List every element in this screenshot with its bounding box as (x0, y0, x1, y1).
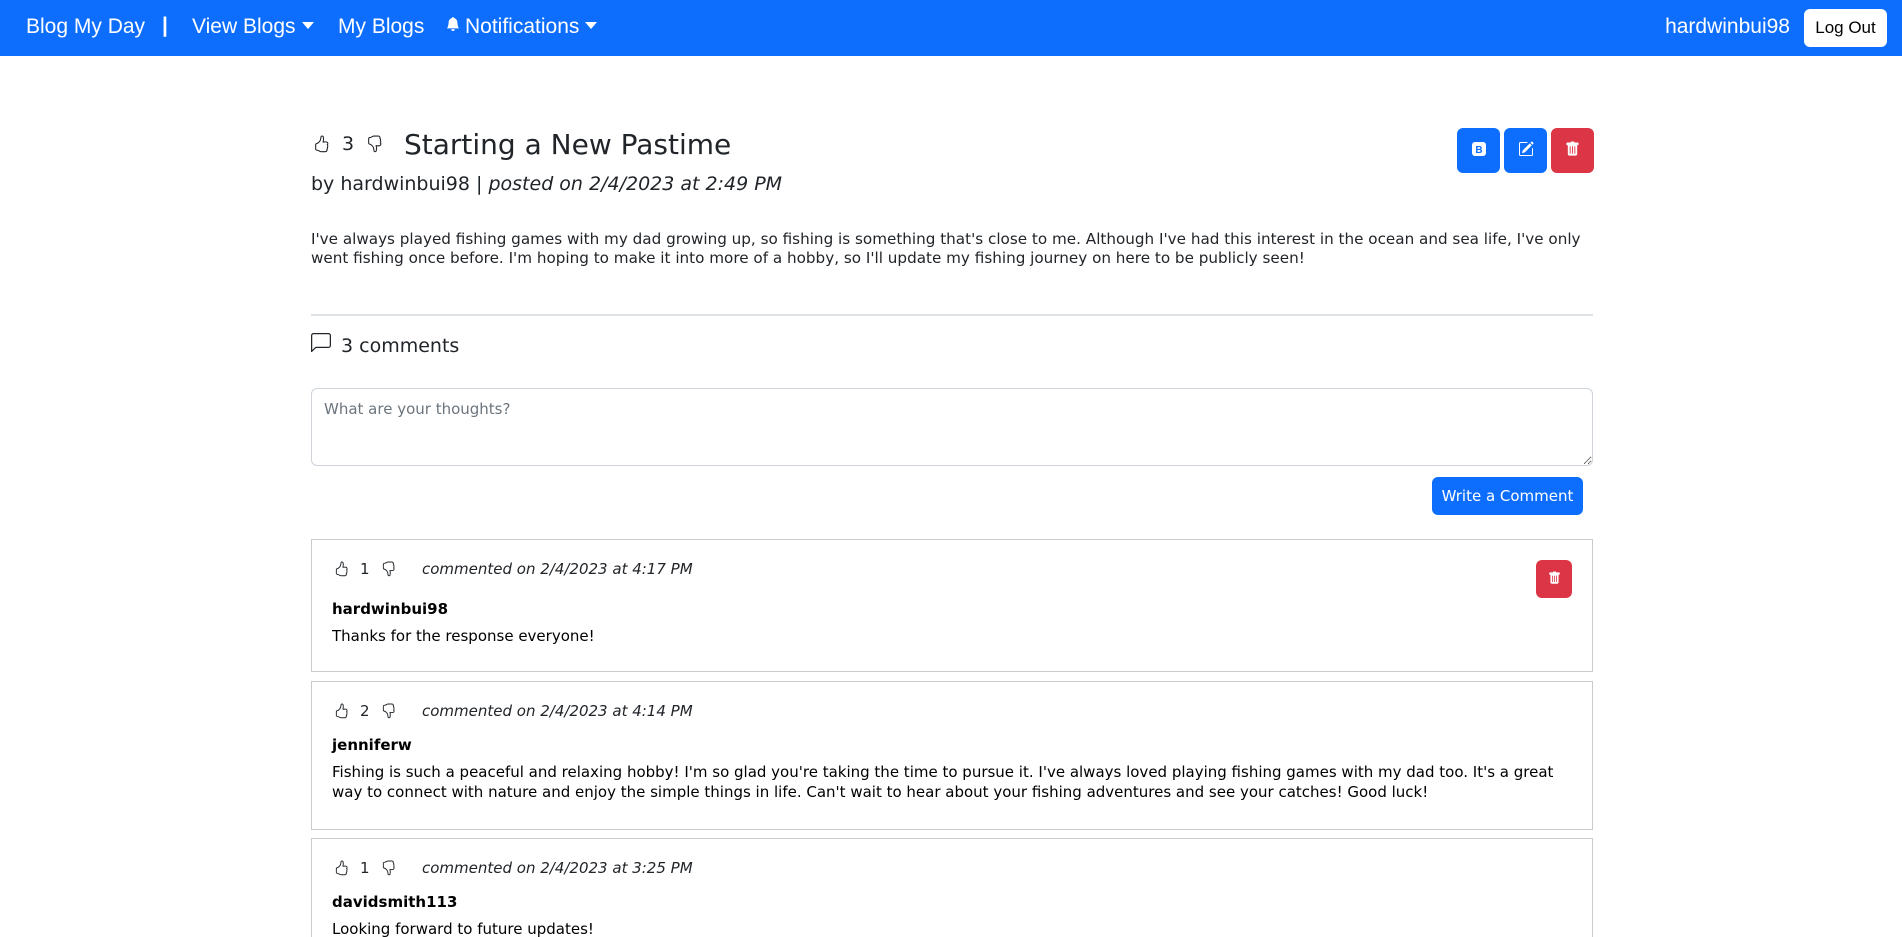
comment-card: 1 commented on 2/4/2023 at 4:17 PM hardw… (311, 539, 1593, 672)
trash-icon (1548, 571, 1561, 588)
comment-like-count: 1 (360, 560, 370, 578)
bootstrap-icon: B (1471, 141, 1487, 160)
post-title: Starting a New Pastime (404, 128, 732, 161)
thumbs-down-icon[interactable] (381, 703, 396, 719)
comment-card: 2 commented on 2/4/2023 at 4:14 PM jenni… (311, 681, 1593, 830)
edit-icon (1518, 141, 1534, 160)
comment-like-count: 1 (360, 859, 370, 877)
comments-header: 3 comments (311, 333, 459, 358)
thumbs-down-icon[interactable] (381, 860, 396, 876)
comment-author: jenniferw (332, 736, 412, 754)
thumbs-up-icon[interactable] (334, 561, 349, 577)
thumbs-up-icon[interactable] (313, 135, 330, 153)
post-like-count: 3 (342, 133, 355, 155)
write-comment-button[interactable]: Write a Comment (1432, 477, 1583, 515)
chevron-down-icon (301, 21, 314, 29)
chat-icon (311, 333, 331, 358)
notifications-dropdown[interactable]: Notifications (446, 14, 598, 39)
divider (311, 314, 1593, 316)
post-byline: by hardwinbui98 | posted on 2/4/2023 at … (311, 173, 782, 195)
brand-link[interactable]: Blog My Day (26, 15, 145, 39)
thumbs-up-icon[interactable] (334, 860, 349, 876)
thumbs-down-icon[interactable] (366, 135, 383, 153)
view-blogs-dropdown[interactable]: View Blogs (192, 15, 314, 39)
comment-vote-controls: 1 (334, 560, 396, 578)
post-author: by hardwinbui98 | (311, 173, 489, 195)
delete-post-button[interactable] (1551, 128, 1594, 173)
post-vote-controls: 3 (313, 133, 383, 155)
post-body: I've always played fishing games with my… (311, 230, 1581, 267)
my-blogs-link[interactable]: My Blogs (338, 15, 424, 39)
comment-author: hardwinbui98 (332, 600, 449, 618)
comments-count: 3 comments (341, 334, 460, 357)
comment-card: 1 commented on 2/4/2023 at 3:25 PM david… (311, 838, 1593, 937)
thumbs-up-icon[interactable] (334, 703, 349, 719)
comment-vote-controls: 1 (334, 859, 396, 877)
comment-vote-controls: 2 (334, 702, 396, 720)
edit-post-button[interactable] (1504, 128, 1547, 173)
thumbs-down-icon[interactable] (381, 561, 396, 577)
comment-text: Thanks for the response everyone! (332, 627, 595, 645)
comment-text: Looking forward to future updates! (332, 920, 594, 937)
nav-separator: | (162, 14, 168, 37)
trash-icon (1565, 141, 1580, 160)
logout-button[interactable]: Log Out (1804, 9, 1887, 47)
comment-date: commented on 2/4/2023 at 3:25 PM (422, 859, 693, 877)
comment-date: commented on 2/4/2023 at 4:14 PM (422, 702, 693, 720)
username-label: hardwinbui98 (1665, 15, 1790, 38)
post-date: posted on 2/4/2023 at 2:49 PM (488, 173, 783, 195)
comment-date: commented on 2/4/2023 at 4:17 PM (422, 560, 693, 578)
svg-text:B: B (1475, 145, 1482, 156)
comment-author: davidsmith113 (332, 893, 458, 911)
notifications-label: Notifications (465, 15, 580, 38)
bell-icon (446, 14, 460, 38)
comment-like-count: 2 (360, 702, 370, 720)
comment-input[interactable] (311, 388, 1593, 466)
comment-text: Fishing is such a peaceful and relaxing … (332, 763, 1554, 801)
view-blogs-label: View Blogs (192, 15, 296, 38)
bootstrap-button[interactable]: B (1457, 128, 1500, 173)
top-navbar: Blog My Day | View Blogs My Blogs Notifi… (0, 0, 1902, 56)
delete-comment-button[interactable] (1536, 560, 1572, 598)
chevron-down-icon (585, 21, 598, 29)
